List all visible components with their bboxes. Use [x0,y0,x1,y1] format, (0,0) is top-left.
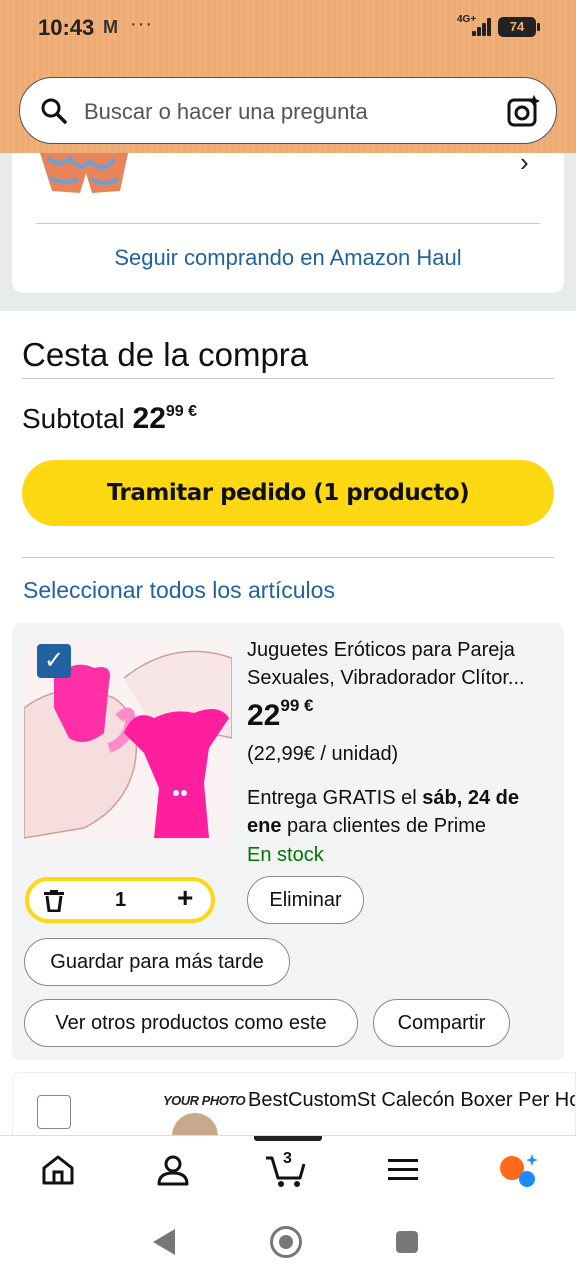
home-button-icon[interactable] [270,1226,302,1258]
product-price: 2299 € [247,696,314,732]
recent-apps-icon[interactable] [396,1231,418,1253]
cart-count-badge: 3 [283,1150,292,1167]
subtotal-amount: 22 [132,402,166,435]
unit-price: (22,99€ / unidad) [247,743,399,765]
account-icon[interactable] [155,1152,191,1188]
delete-button[interactable]: Eliminar [247,876,364,924]
product-title[interactable]: BestCustomSt Calecón Boxer Per Hombre, S… [248,1086,575,1114]
gmail-icon: M [103,17,118,37]
active-tab-indicator [254,1136,322,1141]
see-similar-button[interactable]: Ver otros productos como este [24,999,358,1047]
back-icon[interactable] [153,1229,175,1255]
trash-icon[interactable] [44,890,64,912]
divider [36,223,540,224]
product-image[interactable] [172,1113,218,1135]
checkout-button[interactable]: Tramitar pedido (1 producto) [22,460,554,526]
continue-haul-link[interactable]: Seguir comprando en Amazon Haul [12,245,564,271]
camera-search-icon[interactable] [507,94,541,128]
share-button[interactable]: Compartir [373,999,510,1047]
quantity-value: 1 [115,889,127,911]
cart-item: ✓ Juguetes Eróticos para Pareja Sexuales… [12,623,564,1060]
plus-icon[interactable]: + [177,882,193,914]
menu-icon[interactable] [385,1152,421,1188]
divider [22,557,554,558]
haul-card: Seguir comprando en Amazon Haul [12,153,564,293]
rufus-icon[interactable] [498,1152,540,1188]
save-for-later-button[interactable]: Guardar para más tarde [24,938,290,986]
item-checkbox[interactable] [37,1095,71,1129]
chevron-right-icon[interactable]: › [520,147,529,178]
home-icon[interactable] [40,1152,76,1188]
page-title: Cesta de la compra [22,336,309,373]
search-icon [41,98,67,124]
header: 10:43 M ··· 4G+ 74 Buscar o hacer una pr… [0,0,576,153]
search-bar[interactable]: Buscar o hacer una pregunta [19,77,557,144]
product-title[interactable]: Juguetes Eróticos para Pareja Sexuales, … [247,636,557,692]
bottom-navigation: 3 [0,1135,576,1205]
search-input[interactable]: Buscar o hacer una pregunta [84,99,368,125]
delivery-info: Entrega GRATIS el sáb, 24 de ene para cl… [247,787,519,837]
haul-product-thumbnail[interactable] [40,153,128,195]
divider [22,378,554,379]
battery-icon: 74 [498,17,540,37]
signal-icon [466,18,492,36]
product-image-label: YOUR PHOTO [163,1093,246,1108]
cart-item: YOUR PHOTO BestCustomSt Calecón Boxer Pe… [12,1072,576,1136]
status-time: 10:43 [38,15,95,40]
subtotal-cents: 99 € [165,402,198,420]
quantity-stepper: 1 + [25,877,215,923]
subtotal: Subtotal 2299 € [22,402,197,436]
select-all-link[interactable]: Seleccionar todos los artículos [23,577,335,604]
status-bar: 10:43 M ··· 4G+ 74 [0,0,576,56]
more-notifications-icon: ··· [130,13,153,35]
item-checkbox[interactable]: ✓ [37,644,71,678]
system-navigation-bar [0,1205,576,1280]
stock-status: En stock [247,844,324,866]
subtotal-label: Subtotal [22,403,125,434]
